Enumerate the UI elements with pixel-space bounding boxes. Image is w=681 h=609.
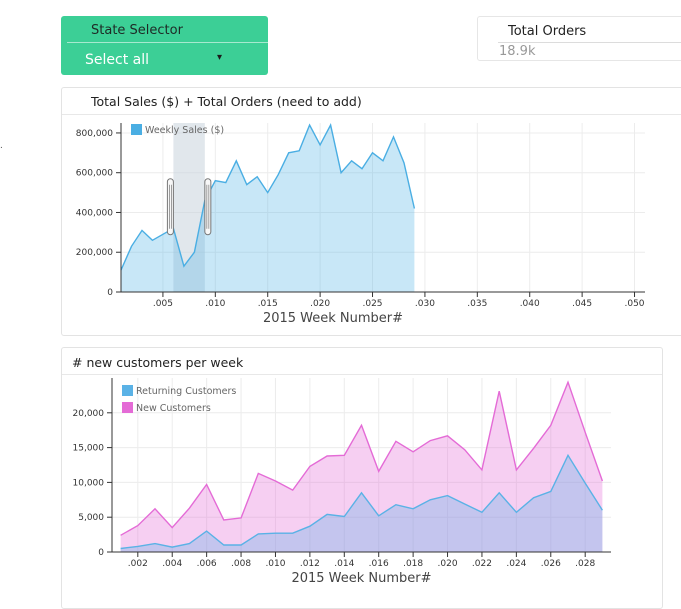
customers-panel-divider [62,374,662,375]
total-orders-title: Total Orders [508,24,586,39]
sales-panel-title: Total Sales ($) + Total Orders (need to … [91,94,362,109]
state-selector[interactable]: State Selector Select all ▾ [61,16,268,75]
stray-mark: . [0,140,3,151]
sales-panel: Total Sales ($) + Total Orders (need to … [61,87,681,336]
state-selector-divider [67,42,268,43]
sales-panel-divider [62,114,681,115]
total-orders-card: Total Orders 18.9k [477,16,681,61]
total-orders-value: 18.9k [499,44,535,59]
state-select-value[interactable]: Select all [85,52,149,68]
caret-down-icon[interactable]: ▾ [217,52,222,63]
state-selector-title: State Selector [91,23,183,38]
customers-panel: # new customers per week [61,347,663,609]
customers-panel-title: # new customers per week [72,355,243,370]
total-orders-divider [498,42,681,43]
